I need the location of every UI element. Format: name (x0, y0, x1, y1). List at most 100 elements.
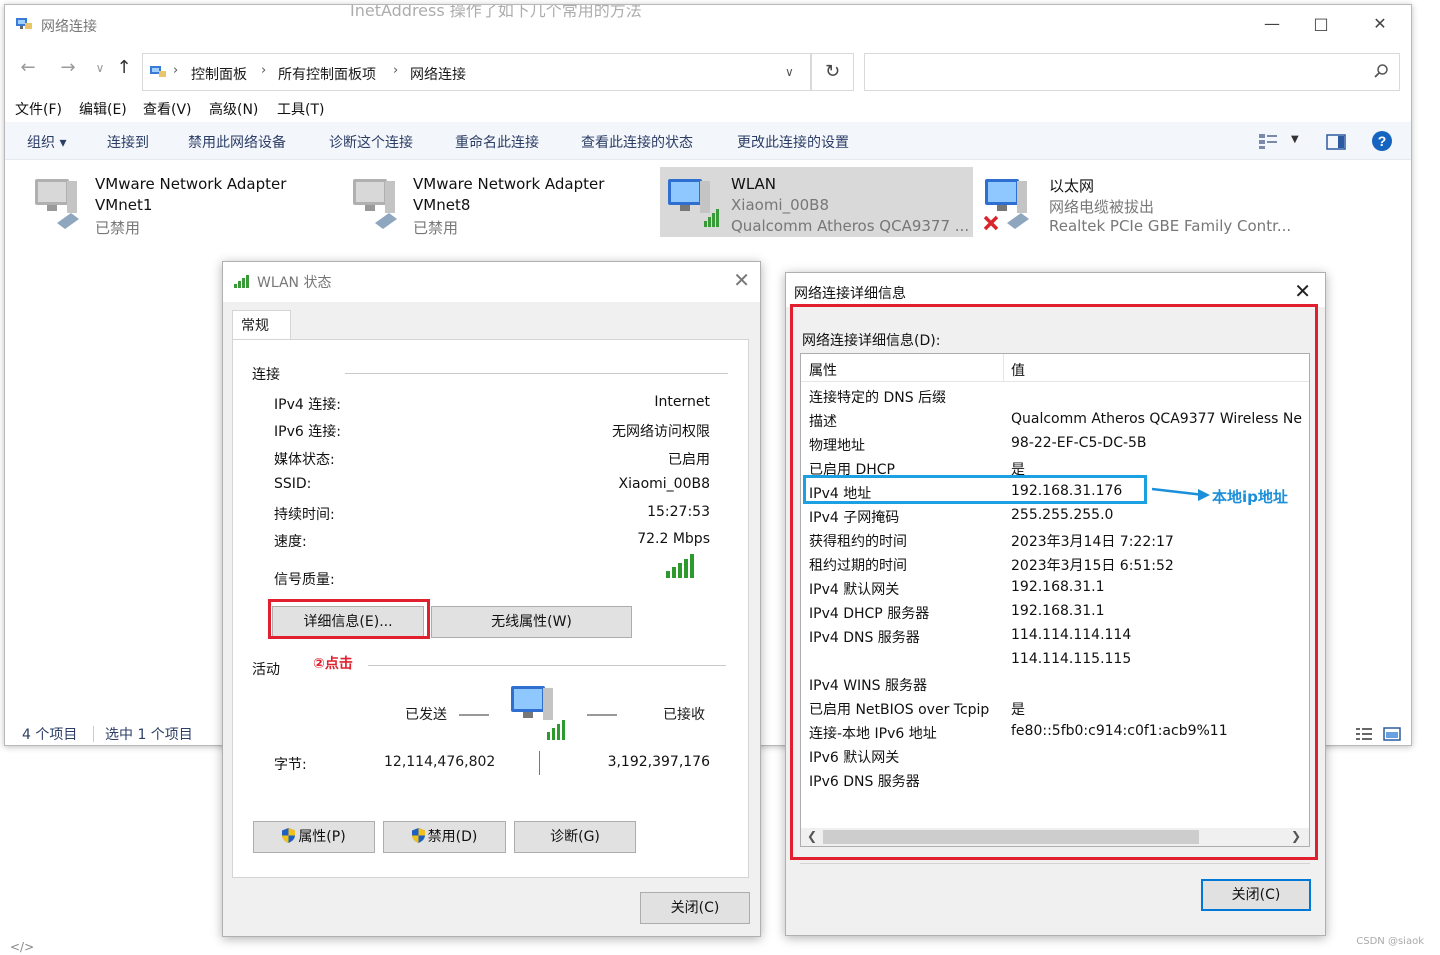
watermark: CSDN @siaok (1356, 936, 1424, 947)
diagnose-connection-button[interactable]: 诊断这个连接 (329, 132, 413, 152)
signal-strength-icon (666, 554, 694, 578)
chevron-down-icon[interactable]: ∨ (785, 65, 794, 79)
disable-device-button[interactable]: 禁用此网络设备 (188, 132, 286, 152)
large-icons-view-icon[interactable] (1383, 726, 1401, 742)
menu-advanced[interactable]: 高级(N) (209, 99, 258, 119)
wireless-adapter-icon (668, 179, 719, 227)
close-icon[interactable]: ✕ (733, 268, 750, 292)
maximize-button[interactable]: □ (1298, 5, 1344, 43)
details-button-highlight (268, 599, 430, 639)
background-window-title: InetAddress 操作了如下几个常用的方法 (350, 4, 642, 20)
code-icon: </> (10, 940, 35, 954)
sent-line (459, 714, 489, 716)
back-arrow-icon[interactable]: ← (17, 57, 39, 78)
close-button[interactable]: 关闭(C) (1201, 879, 1311, 911)
up-arrow-icon[interactable]: ↑ (113, 57, 135, 78)
control-panel-icon (150, 66, 166, 77)
close-window-button[interactable]: ✕ (1357, 5, 1403, 43)
group-divider (368, 665, 726, 666)
change-settings-button[interactable]: 更改此连接的设置 (737, 132, 849, 152)
command-bar: 组织 ▾ 连接到 禁用此网络设备 诊断这个连接 重命名此连接 查看此连接的状态 … (5, 122, 1411, 160)
speed-value: 72.2 Mbps (637, 531, 710, 547)
recent-dropdown-icon[interactable]: ∨ (89, 61, 111, 75)
minimize-button[interactable]: — (1249, 5, 1295, 43)
view-status-button[interactable]: 查看此连接的状态 (581, 132, 693, 152)
signal-quality-label: 信号质量: (274, 572, 335, 588)
media-state-label: 媒体状态: (274, 452, 335, 468)
title-bar: 网络连接 InetAddress 操作了如下几个常用的方法 — □ ✕ (5, 5, 1411, 43)
disable-button[interactable]: 禁用(D) (383, 821, 506, 853)
menu-bar: 文件(F) 编辑(E) 查看(V) 高级(N) 工具(T) (5, 97, 1411, 121)
status-divider (93, 726, 94, 742)
media-state-value: 已启用 (668, 452, 710, 468)
adapter-status: 已禁用 (413, 219, 459, 237)
window-title: 网络连接 (41, 19, 97, 35)
close-icon[interactable]: ✕ (1294, 279, 1311, 303)
properties-label: 属性(P) (298, 829, 346, 845)
menu-tools[interactable]: 工具(T) (277, 99, 324, 119)
network-folder-icon (16, 18, 32, 29)
adapter-name: VMware Network Adapter (413, 175, 605, 193)
adapter-status: 已禁用 (95, 219, 141, 237)
dialog-title: 网络连接详细信息 (794, 286, 906, 302)
footer-divider (800, 863, 1310, 864)
connection-group-label: 连接 (252, 367, 280, 383)
chevron-right-icon: › (393, 63, 399, 78)
chevron-right-icon: › (173, 63, 179, 78)
rename-connection-button[interactable]: 重命名此连接 (455, 132, 539, 152)
connect-to-button[interactable]: 连接到 (107, 132, 149, 152)
menu-edit[interactable]: 编辑(E) (79, 99, 127, 119)
ssid-label: SSID: (274, 476, 312, 492)
adapter-status: 网络电缆被拔出 (1049, 198, 1155, 216)
address-bar[interactable]: › 控制面板 › 所有控制面板项 › 网络连接 ∨ (142, 53, 811, 91)
help-icon[interactable]: ? (1371, 130, 1393, 152)
details-view-icon[interactable] (1355, 726, 1373, 742)
view-options-icon[interactable] (1258, 132, 1278, 150)
ipv6-connection-value: 无网络访问权限 (612, 424, 710, 440)
network-activity-icon (511, 686, 565, 740)
bytes-divider (539, 751, 540, 775)
item-count: 4 个项目 (22, 727, 78, 743)
preview-pane-icon[interactable] (1326, 134, 1346, 150)
wifi-signal-icon (234, 275, 249, 288)
shield-icon (411, 828, 425, 843)
adapter-name: WLAN (731, 175, 777, 193)
breadcrumb-all-items[interactable]: 所有控制面板项 (278, 64, 376, 84)
network-item-wlan[interactable]: WLAN Xiaomi_00B8 Qualcomm Atheros QCA937… (660, 167, 973, 237)
received-label: 已接收 (663, 707, 705, 723)
breadcrumb-control-panel[interactable]: 控制面板 (191, 64, 247, 84)
activity-group-label: 活动 (252, 662, 280, 678)
shield-icon (282, 828, 296, 843)
menu-view[interactable]: 查看(V) (143, 99, 192, 119)
ethernet-unplugged-icon (983, 179, 1029, 231)
refresh-button[interactable]: ↻ (811, 53, 854, 91)
local-ip-annotation: 本地ip地址 (1212, 488, 1288, 506)
disable-label: 禁用(D) (427, 829, 478, 845)
search-input[interactable] (864, 53, 1400, 91)
search-icon (1374, 64, 1388, 78)
network-item-vmnet8[interactable]: VMware Network Adapter VMnet8 已禁用 (337, 167, 637, 237)
wireless-properties-button[interactable]: 无线属性(W) (431, 606, 632, 638)
dialog-title-bar: WLAN 状态 ✕ (223, 262, 760, 302)
adapter-network: Xiaomi_00B8 (731, 196, 830, 214)
sent-label: 已发送 (405, 707, 447, 723)
refresh-icon: ↻ (824, 61, 841, 82)
properties-button[interactable]: 属性(P) (253, 821, 375, 853)
details-panel-highlight (790, 304, 1318, 860)
diagnose-button[interactable]: 诊断(G) (514, 821, 636, 853)
chevron-right-icon: › (261, 63, 267, 78)
address-row: ← → ∨ ↑ › 控制面板 › 所有控制面板项 › 网络连接 ∨ ↻ (5, 49, 1411, 91)
tab-general[interactable]: 常规 (232, 310, 291, 340)
breadcrumb-network-connections[interactable]: 网络连接 (410, 64, 466, 84)
duration-value: 15:27:53 (647, 504, 710, 520)
menu-file[interactable]: 文件(F) (15, 99, 62, 119)
network-item-vmnet1[interactable]: VMware Network Adapter VMnet1 已禁用 (19, 167, 319, 237)
speed-label: 速度: (274, 534, 307, 550)
bytes-received-value: 3,192,397,176 (607, 754, 710, 770)
network-item-ethernet[interactable]: 以太网 网络电缆被拔出 Realtek PCIe GBE Family Cont… (979, 167, 1299, 237)
forward-arrow-icon[interactable]: → (57, 57, 79, 78)
adapter-description: Qualcomm Atheros QCA9377 ... (731, 217, 970, 235)
organize-button[interactable]: 组织 ▾ (27, 132, 66, 152)
close-button[interactable]: 关闭(C) (640, 892, 750, 924)
view-dropdown-icon[interactable]: ▼ (1291, 134, 1299, 145)
